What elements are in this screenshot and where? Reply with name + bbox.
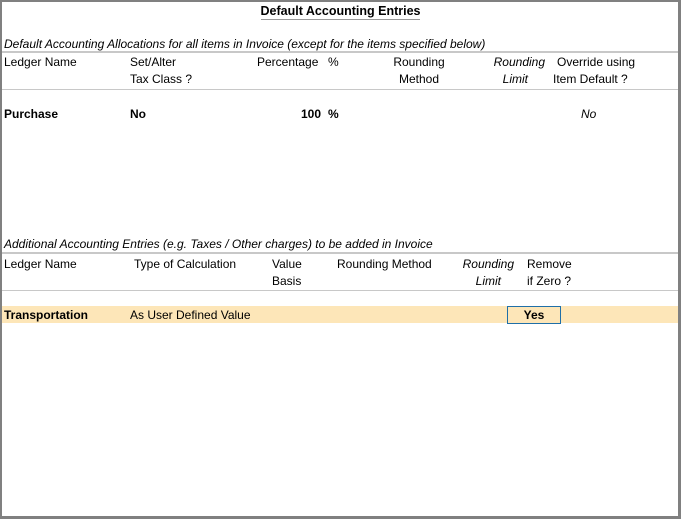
row-ledger-name[interactable]: Purchase	[4, 107, 58, 121]
header-rounding-limit-1: Rounding	[493, 55, 545, 69]
header-rounding-method-1: Rounding	[393, 55, 445, 69]
header-override-1: Override using	[557, 55, 636, 69]
row-ledger-name[interactable]: Transportation	[4, 308, 88, 322]
header-type-of-calculation: Type of Calculation	[134, 257, 237, 271]
page-title: Default Accounting Entries	[260, 4, 421, 20]
row-percent-sign: %	[328, 107, 339, 121]
additional-header-bottom-divider	[2, 290, 678, 291]
row-type-of-calculation[interactable]: As User Defined Value	[130, 308, 251, 322]
header-override-2: Item Default ?	[553, 72, 628, 86]
remove-if-zero-field[interactable]: Yes	[507, 306, 561, 324]
header-rounding-limit-2: Limit	[502, 72, 528, 86]
header-set-alter-1: Set/Alter	[130, 55, 177, 69]
header-value-basis-1: Value	[272, 257, 302, 271]
header-percent-sign: %	[328, 55, 339, 69]
header-remove-if-zero-1: Remove	[527, 257, 572, 271]
header-rounding-method: Rounding Method	[337, 257, 432, 271]
default-header-bottom-divider	[2, 89, 678, 90]
page-title-container: Default Accounting Entries	[0, 4, 681, 20]
header-ledger-name: Ledger Name	[4, 257, 77, 271]
header-rounding-limit-1: Rounding	[462, 257, 514, 271]
header-ledger-name: Ledger Name	[4, 55, 77, 69]
table-row-highlight[interactable]	[2, 306, 678, 323]
header-rounding-limit-2: Limit	[475, 274, 501, 288]
header-value-basis-2: Basis	[272, 274, 302, 288]
row-override-item-default[interactable]: No	[581, 107, 596, 121]
header-remove-if-zero-2: if Zero ?	[527, 274, 572, 288]
header-set-alter-2: Tax Class ?	[130, 72, 193, 86]
row-set-alter-tax-class[interactable]: No	[130, 107, 146, 121]
default-header-top-divider	[2, 51, 678, 53]
row-percentage[interactable]: 100	[270, 107, 321, 121]
default-section-caption: Default Accounting Allocations for all i…	[4, 37, 486, 51]
header-percentage: Percentage	[257, 55, 319, 69]
additional-header-top-divider	[2, 252, 678, 254]
additional-section-caption: Additional Accounting Entries (e.g. Taxe…	[4, 237, 433, 251]
header-rounding-method-2: Method	[398, 72, 440, 86]
